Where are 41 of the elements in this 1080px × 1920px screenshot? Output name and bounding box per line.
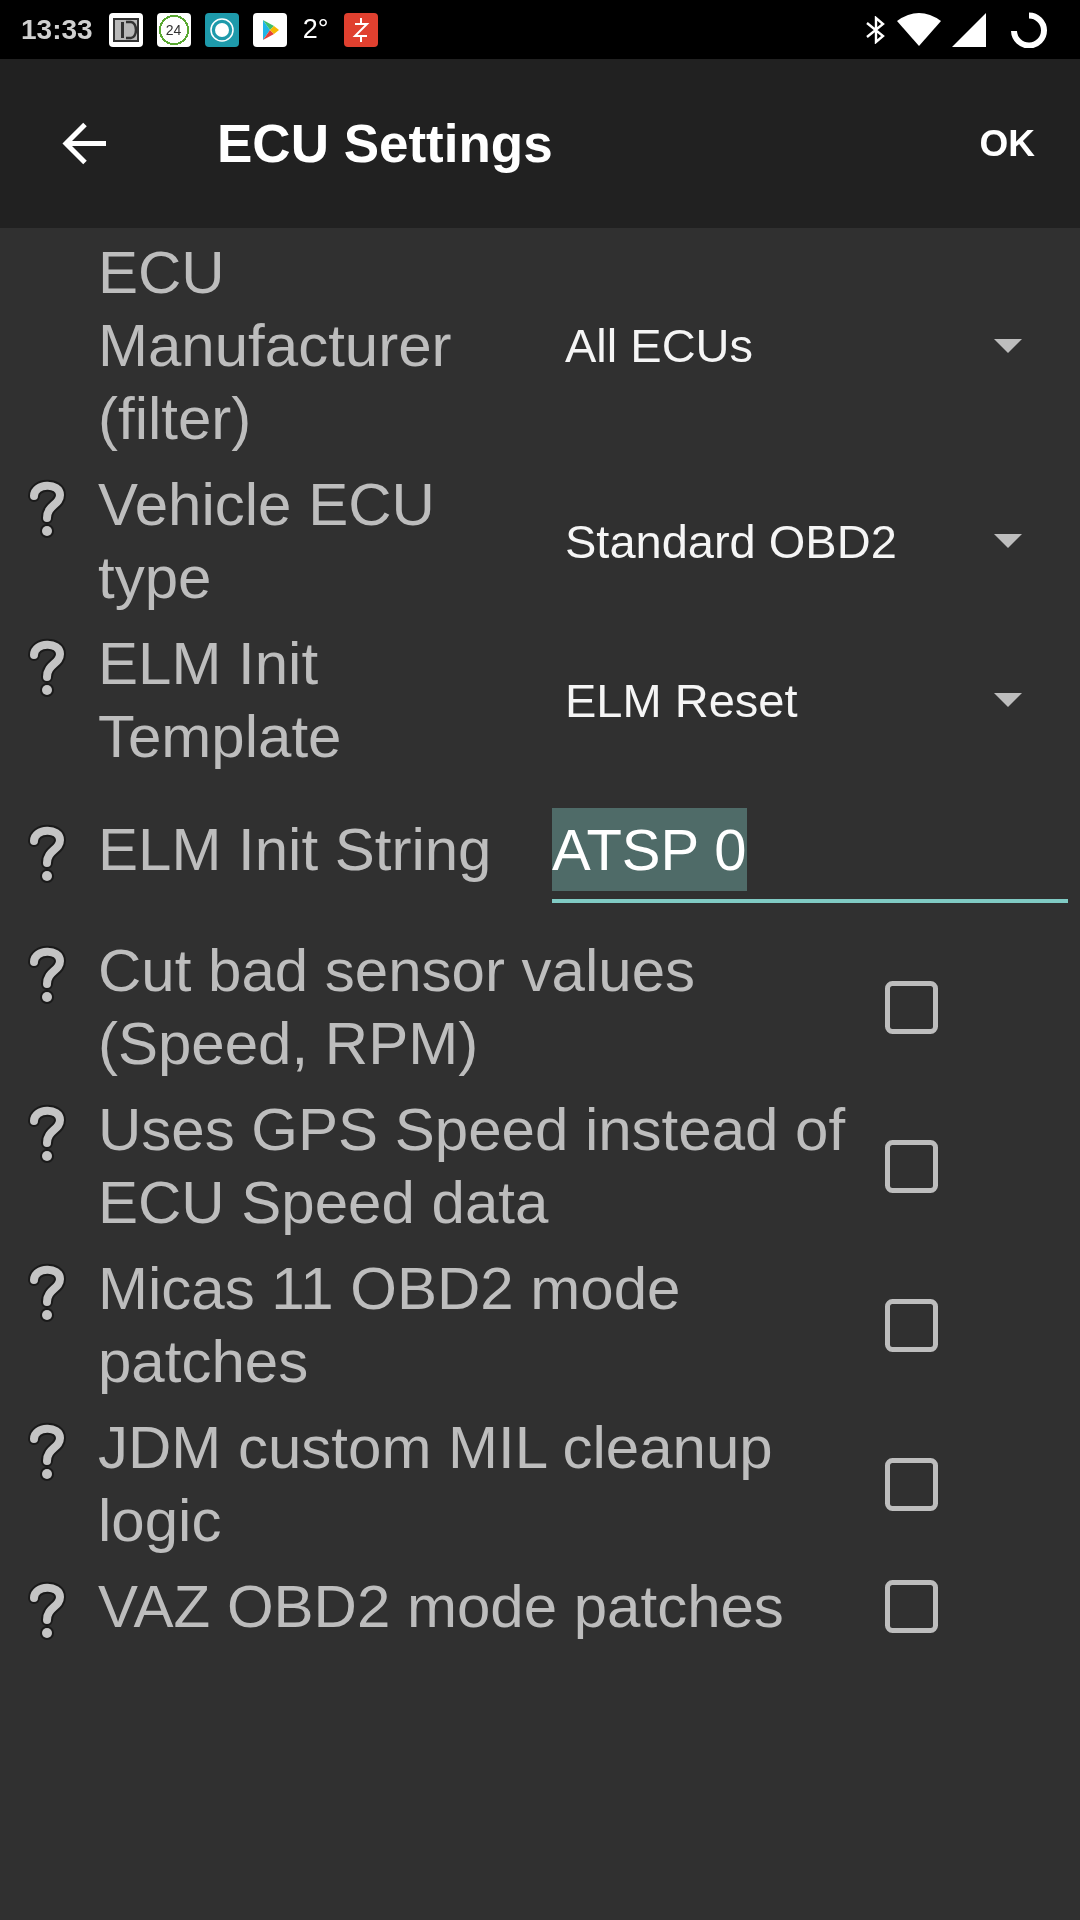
checkbox[interactable] [885,1298,938,1352]
dropdown[interactable]: Standard OBD2 [552,503,1068,579]
day-badge: 24 [156,12,191,47]
checkbox[interactable] [885,980,938,1034]
help-icon[interactable] [27,637,67,699]
caret-icon [994,338,1022,353]
help-icon[interactable] [27,1103,67,1165]
wifi-icon [897,13,941,46]
setting-label: JDM custom MIL cleanup logic [98,1413,774,1556]
temperature-text: 2° [302,14,329,45]
setting-label: ELM Init Template [98,629,343,772]
dropdown[interactable]: ELM Reset [552,662,1068,738]
status-time: 13:33 [21,13,93,46]
back-button[interactable] [61,121,108,166]
caret-icon [994,693,1022,707]
setting-label: Cut bad sensor values (Speed, RPM) [98,936,696,1079]
help-icon[interactable] [27,1580,67,1642]
help-icon[interactable] [27,1421,67,1483]
screen-title: ECU Settings [217,113,554,174]
setting-label: Uses GPS Speed instead of ECU Speed data [98,1095,847,1238]
dropdown[interactable]: All ECUs [552,308,1068,383]
setting-label: VAZ OBD2 mode patches [98,1572,785,1642]
caret-icon [994,534,1022,548]
ok-button[interactable]: OK [967,112,1047,175]
help-icon[interactable] [27,1262,67,1324]
checkbox[interactable] [885,1139,938,1193]
help-icon[interactable] [27,823,67,885]
back-arrow-icon [61,121,108,166]
help-icon[interactable] [27,944,67,1006]
bluetooth-icon [865,15,887,44]
text-field[interactable]: ATSP 0 [552,786,1068,903]
checkbox[interactable] [885,1457,938,1511]
setting-label: ELM Init String [98,815,493,885]
letter-z-icon [344,12,379,47]
signal-icon [952,12,986,47]
help-icon[interactable] [27,478,67,540]
setting-label: ECU Manufacturer (filter) [98,238,453,454]
setting-label: Micas 11 OBD2 mode patches [98,1254,682,1397]
setting-label: Vehicle ECU type [98,470,436,613]
checkbox[interactable] [885,1580,938,1633]
tile-icon [108,12,143,47]
